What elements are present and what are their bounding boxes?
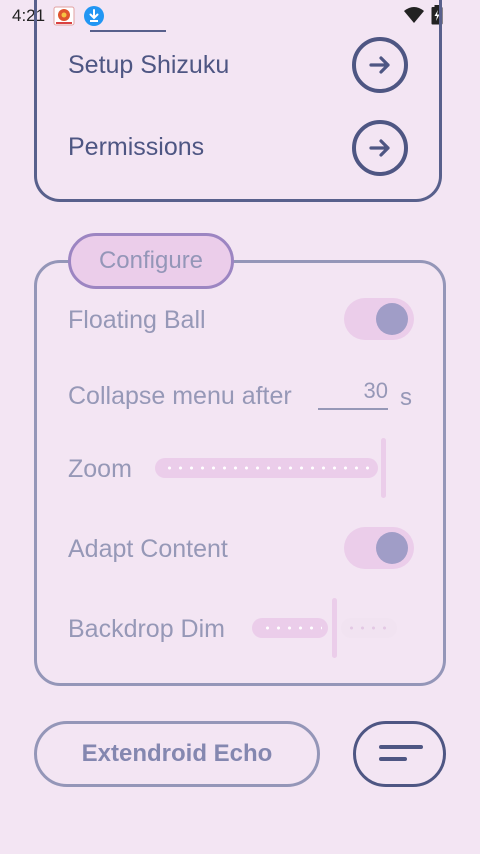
collapse-timeout-underline xyxy=(318,408,388,410)
collapse-timeout-input[interactable]: 30 xyxy=(320,378,388,404)
zoom-slider-ticks xyxy=(164,466,374,470)
permissions-label: Permissions xyxy=(68,133,205,161)
sort-lines-icon xyxy=(379,745,423,761)
zoom-label: Zoom xyxy=(68,455,132,483)
collapse-timeout-unit: s xyxy=(400,384,412,411)
adapt-content-label: Adapt Content xyxy=(68,535,228,563)
floating-ball-toggle[interactable] xyxy=(344,298,414,340)
permissions-button[interactable] xyxy=(352,120,408,176)
floating-ball-toggle-knob xyxy=(376,303,408,335)
zoom-slider-handle[interactable] xyxy=(381,438,386,498)
arrow-right-icon xyxy=(369,139,390,157)
extendroid-echo-button[interactable]: Extendroid Echo xyxy=(34,721,320,787)
collapse-menu-label: Collapse menu after xyxy=(68,382,292,410)
setup-card-tab-edge xyxy=(90,30,166,32)
backdrop-dim-slider-inactive-ticks xyxy=(346,626,392,630)
adapt-content-toggle-knob xyxy=(376,532,408,564)
adapt-content-toggle[interactable] xyxy=(344,527,414,569)
setup-shizuku-button[interactable] xyxy=(352,37,408,93)
backdrop-dim-label: Backdrop Dim xyxy=(68,615,225,643)
setup-shizuku-label: Setup Shizuku xyxy=(68,51,230,79)
menu-button[interactable] xyxy=(353,721,446,787)
configure-tab[interactable]: Configure xyxy=(68,233,234,289)
floating-ball-label: Floating Ball xyxy=(68,306,206,334)
backdrop-dim-slider-ticks xyxy=(262,626,322,630)
backdrop-dim-slider-handle[interactable] xyxy=(332,598,337,658)
arrow-right-icon xyxy=(369,56,390,74)
